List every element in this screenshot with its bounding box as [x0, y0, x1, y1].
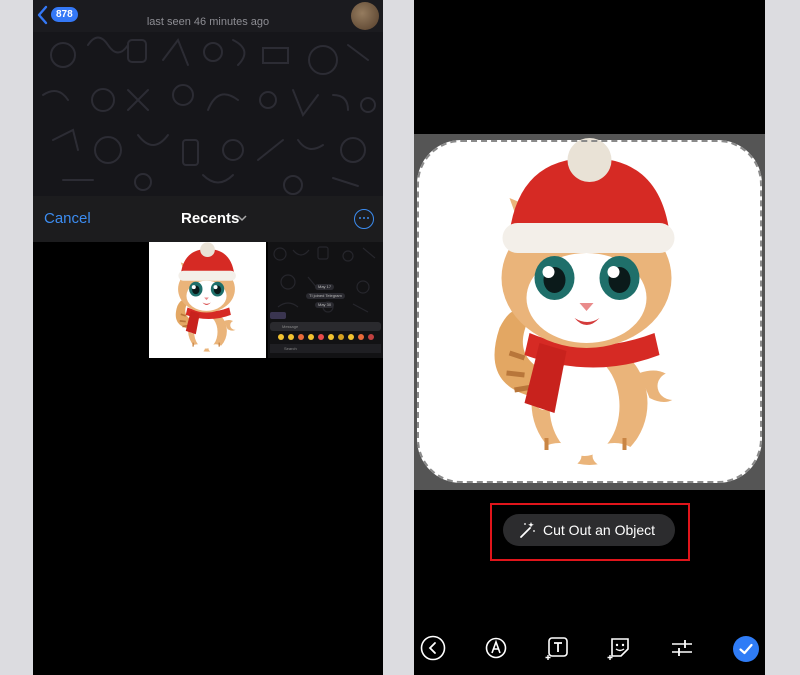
emoji-icon	[288, 334, 294, 340]
back-icon[interactable]	[420, 635, 446, 661]
emoji-icon	[318, 334, 324, 340]
avatar[interactable]	[351, 2, 379, 30]
sent-bubble	[270, 312, 286, 319]
selection-outline	[417, 140, 762, 483]
photo-thumbnail-cat[interactable]	[149, 241, 266, 358]
emoji-search: Search	[270, 344, 381, 353]
photo-picker-header: Cancel Recents	[33, 196, 383, 242]
emoji-icon	[328, 334, 334, 340]
last-seen-status: last seen 46 minutes ago	[146, 16, 270, 28]
photo-thumbnail-screenshot[interactable]: May 17 TI joined Telegram May 30 Message…	[268, 242, 383, 358]
more-options-button[interactable]	[354, 209, 374, 229]
draw-icon[interactable]	[483, 635, 509, 661]
emoji-row	[270, 332, 381, 342]
right-screen: Cut Out an Object	[414, 0, 765, 675]
adjust-icon[interactable]	[669, 635, 695, 661]
cut-out-object-label: Cut Out an Object	[543, 522, 656, 538]
done-button[interactable]	[733, 636, 759, 662]
cut-out-object-button[interactable]: Cut Out an Object	[503, 514, 675, 546]
dot	[366, 217, 369, 220]
emoji-icon	[278, 334, 284, 340]
emoji-icon	[308, 334, 314, 340]
text-icon[interactable]	[545, 635, 571, 661]
left-screen: 878 last seen 46 minutes ago Cancel Rece…	[33, 0, 383, 675]
sticker-icon[interactable]	[607, 635, 633, 661]
message-input: Message	[270, 322, 381, 331]
cancel-button[interactable]: Cancel	[44, 210, 91, 227]
emoji-icon	[368, 334, 374, 340]
emoji-icon	[348, 334, 354, 340]
edit-canvas	[414, 134, 765, 490]
dot	[358, 217, 361, 220]
magic-wand-icon	[520, 522, 535, 538]
emoji-icon	[298, 334, 304, 340]
chat-header: 878 last seen 46 minutes ago	[33, 0, 383, 32]
checkmark-icon	[739, 643, 753, 655]
cat-sticker-image	[174, 241, 242, 354]
emoji-icon	[358, 334, 364, 340]
emoji-icon	[338, 334, 344, 340]
date-badge-2: May 30	[315, 302, 335, 308]
doodle-pattern	[273, 246, 376, 313]
dot	[362, 217, 365, 220]
date-badge: May 17	[315, 284, 335, 290]
service-message: TI joined Telegram	[306, 293, 345, 299]
chevron-down-icon[interactable]	[237, 215, 247, 222]
album-title[interactable]: Recents	[181, 210, 239, 227]
